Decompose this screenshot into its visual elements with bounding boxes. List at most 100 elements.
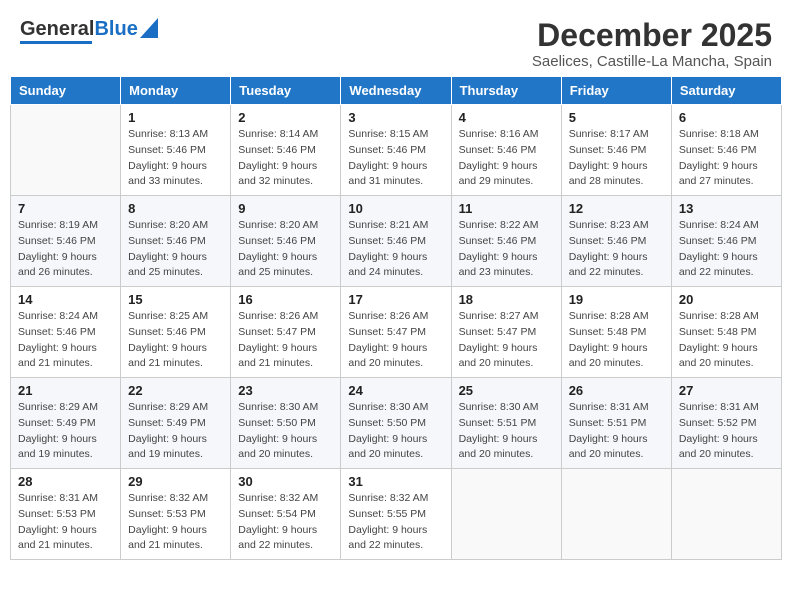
calendar-week-row: 1 Sunrise: 8:13 AMSunset: 5:46 PMDaylight…	[11, 105, 782, 196]
calendar-header: SundayMondayTuesdayWednesdayThursdayFrid…	[11, 77, 782, 105]
calendar-day-cell	[451, 469, 561, 560]
day-number: 8	[128, 201, 223, 216]
calendar-day-cell: 31Sunrise: 8:32 AMSunset: 5:55 PMDayligh…	[341, 469, 451, 560]
calendar-day-cell: 13 Sunrise: 8:24 AMSunset: 5:46 PMDayligh…	[671, 196, 781, 287]
calendar-day-cell: 9 Sunrise: 8:20 AMSunset: 5:46 PMDaylight…	[231, 196, 341, 287]
calendar-day-cell	[11, 105, 121, 196]
day-info: Sunrise: 8:22 AMSunset: 5:46 PMDaylight:…	[459, 218, 554, 281]
page-subtitle: Saelices, Castille-La Mancha, Spain	[532, 53, 772, 70]
calendar-body: 1 Sunrise: 8:13 AMSunset: 5:46 PMDaylight…	[11, 105, 782, 560]
day-info: Sunrise: 8:24 AMSunset: 5:46 PMDaylight:…	[679, 218, 774, 281]
calendar-day-cell: 6Sunrise: 8:18 AMSunset: 5:46 PMDaylight…	[671, 105, 781, 196]
calendar-week-row: 14 Sunrise: 8:24 AMSunset: 5:46 PMDayligh…	[11, 287, 782, 378]
calendar-week-row: 7 Sunrise: 8:19 AMSunset: 5:46 PMDaylight…	[11, 196, 782, 287]
calendar-day-cell: 17Sunrise: 8:26 AMSunset: 5:47 PMDayligh…	[341, 287, 451, 378]
calendar-day-cell: 20Sunrise: 8:28 AMSunset: 5:48 PMDayligh…	[671, 287, 781, 378]
calendar-week-row: 28 Sunrise: 8:31 AMSunset: 5:53 PMDayligh…	[11, 469, 782, 560]
calendar-day-cell: 23Sunrise: 8:30 AMSunset: 5:50 PMDayligh…	[231, 378, 341, 469]
calendar-day-cell: 11 Sunrise: 8:22 AMSunset: 5:46 PMDayligh…	[451, 196, 561, 287]
days-of-week-row: SundayMondayTuesdayWednesdayThursdayFrid…	[11, 77, 782, 105]
day-info: Sunrise: 8:18 AMSunset: 5:46 PMDaylight:…	[679, 127, 774, 190]
day-of-week-header: Wednesday	[341, 77, 451, 105]
day-number: 10	[348, 201, 443, 216]
calendar-day-cell: 10 Sunrise: 8:21 AMSunset: 5:46 PMDayligh…	[341, 196, 451, 287]
day-info: Sunrise: 8:19 AMSunset: 5:46 PMDaylight:…	[18, 218, 113, 281]
day-number: 1	[128, 110, 223, 125]
day-number: 19	[569, 292, 664, 307]
day-number: 7	[18, 201, 113, 216]
calendar-day-cell: 14 Sunrise: 8:24 AMSunset: 5:46 PMDayligh…	[11, 287, 121, 378]
day-info: Sunrise: 8:15 AMSunset: 5:46 PMDaylight:…	[348, 127, 443, 190]
day-info: Sunrise: 8:28 AMSunset: 5:48 PMDaylight:…	[569, 309, 664, 372]
day-number: 5	[569, 110, 664, 125]
calendar-day-cell: 30Sunrise: 8:32 AMSunset: 5:54 PMDayligh…	[231, 469, 341, 560]
day-info: Sunrise: 8:30 AMSunset: 5:50 PMDaylight:…	[348, 400, 443, 463]
calendar-day-cell: 4 Sunrise: 8:16 AMSunset: 5:46 PMDaylight…	[451, 105, 561, 196]
calendar-day-cell: 8 Sunrise: 8:20 AMSunset: 5:46 PMDaylight…	[121, 196, 231, 287]
day-number: 21	[18, 383, 113, 398]
day-number: 3	[348, 110, 443, 125]
day-info: Sunrise: 8:31 AMSunset: 5:53 PMDaylight:…	[18, 491, 113, 554]
calendar-day-cell: 18 Sunrise: 8:27 AMSunset: 5:47 PMDayligh…	[451, 287, 561, 378]
day-number: 4	[459, 110, 554, 125]
day-number: 18	[459, 292, 554, 307]
day-number: 13	[679, 201, 774, 216]
calendar-day-cell: 2 Sunrise: 8:14 AMSunset: 5:46 PMDaylight…	[231, 105, 341, 196]
calendar-day-cell	[561, 469, 671, 560]
calendar-day-cell: 29Sunrise: 8:32 AMSunset: 5:53 PMDayligh…	[121, 469, 231, 560]
day-number: 14	[18, 292, 113, 307]
day-info: Sunrise: 8:13 AMSunset: 5:46 PMDaylight:…	[128, 127, 223, 190]
day-info: Sunrise: 8:24 AMSunset: 5:46 PMDaylight:…	[18, 309, 113, 372]
calendar-day-cell: 7 Sunrise: 8:19 AMSunset: 5:46 PMDaylight…	[11, 196, 121, 287]
day-of-week-header: Thursday	[451, 77, 561, 105]
day-number: 25	[459, 383, 554, 398]
day-number: 26	[569, 383, 664, 398]
day-number: 15	[128, 292, 223, 307]
calendar-week-row: 21 Sunrise: 8:29 AMSunset: 5:49 PMDayligh…	[11, 378, 782, 469]
day-number: 23	[238, 383, 333, 398]
calendar-day-cell: 26 Sunrise: 8:31 AMSunset: 5:51 PMDayligh…	[561, 378, 671, 469]
calendar-day-cell: 1 Sunrise: 8:13 AMSunset: 5:46 PMDaylight…	[121, 105, 231, 196]
calendar-day-cell: 27Sunrise: 8:31 AMSunset: 5:52 PMDayligh…	[671, 378, 781, 469]
logo-underline	[20, 41, 92, 44]
day-info: Sunrise: 8:21 AMSunset: 5:46 PMDaylight:…	[348, 218, 443, 281]
calendar-day-cell: 15 Sunrise: 8:25 AMSunset: 5:46 PMDayligh…	[121, 287, 231, 378]
day-number: 28	[18, 474, 113, 489]
day-info: Sunrise: 8:16 AMSunset: 5:46 PMDaylight:…	[459, 127, 554, 190]
day-of-week-header: Saturday	[671, 77, 781, 105]
day-number: 29	[128, 474, 223, 489]
day-info: Sunrise: 8:25 AMSunset: 5:46 PMDaylight:…	[128, 309, 223, 372]
day-number: 30	[238, 474, 333, 489]
calendar-day-cell: 21 Sunrise: 8:29 AMSunset: 5:49 PMDayligh…	[11, 378, 121, 469]
day-number: 27	[679, 383, 774, 398]
logo-text: GeneralBlue	[20, 19, 138, 39]
day-number: 2	[238, 110, 333, 125]
day-number: 16	[238, 292, 333, 307]
calendar-table: SundayMondayTuesdayWednesdayThursdayFrid…	[10, 76, 782, 560]
day-of-week-header: Sunday	[11, 77, 121, 105]
calendar-day-cell: 3 Sunrise: 8:15 AMSunset: 5:46 PMDaylight…	[341, 105, 451, 196]
calendar-day-cell: 19 Sunrise: 8:28 AMSunset: 5:48 PMDayligh…	[561, 287, 671, 378]
page-header: GeneralBlue December 2025 Saelices, Cast…	[10, 10, 782, 70]
day-number: 22	[128, 383, 223, 398]
calendar-day-cell	[671, 469, 781, 560]
page-title: December 2025	[532, 18, 772, 53]
day-info: Sunrise: 8:20 AMSunset: 5:46 PMDaylight:…	[128, 218, 223, 281]
logo-triangle-icon	[140, 18, 158, 38]
calendar-day-cell: 5 Sunrise: 8:17 AMSunset: 5:46 PMDaylight…	[561, 105, 671, 196]
title-section: December 2025 Saelices, Castille-La Manc…	[532, 18, 772, 70]
day-info: Sunrise: 8:27 AMSunset: 5:47 PMDaylight:…	[459, 309, 554, 372]
day-info: Sunrise: 8:20 AMSunset: 5:46 PMDaylight:…	[238, 218, 333, 281]
day-info: Sunrise: 8:23 AMSunset: 5:46 PMDaylight:…	[569, 218, 664, 281]
calendar-day-cell: 24Sunrise: 8:30 AMSunset: 5:50 PMDayligh…	[341, 378, 451, 469]
day-info: Sunrise: 8:26 AMSunset: 5:47 PMDaylight:…	[348, 309, 443, 372]
day-of-week-header: Friday	[561, 77, 671, 105]
day-info: Sunrise: 8:17 AMSunset: 5:46 PMDaylight:…	[569, 127, 664, 190]
day-number: 11	[459, 201, 554, 216]
day-info: Sunrise: 8:14 AMSunset: 5:46 PMDaylight:…	[238, 127, 333, 190]
day-info: Sunrise: 8:28 AMSunset: 5:48 PMDaylight:…	[679, 309, 774, 372]
day-number: 9	[238, 201, 333, 216]
day-info: Sunrise: 8:31 AMSunset: 5:51 PMDaylight:…	[569, 400, 664, 463]
day-info: Sunrise: 8:26 AMSunset: 5:47 PMDaylight:…	[238, 309, 333, 372]
day-info: Sunrise: 8:29 AMSunset: 5:49 PMDaylight:…	[18, 400, 113, 463]
